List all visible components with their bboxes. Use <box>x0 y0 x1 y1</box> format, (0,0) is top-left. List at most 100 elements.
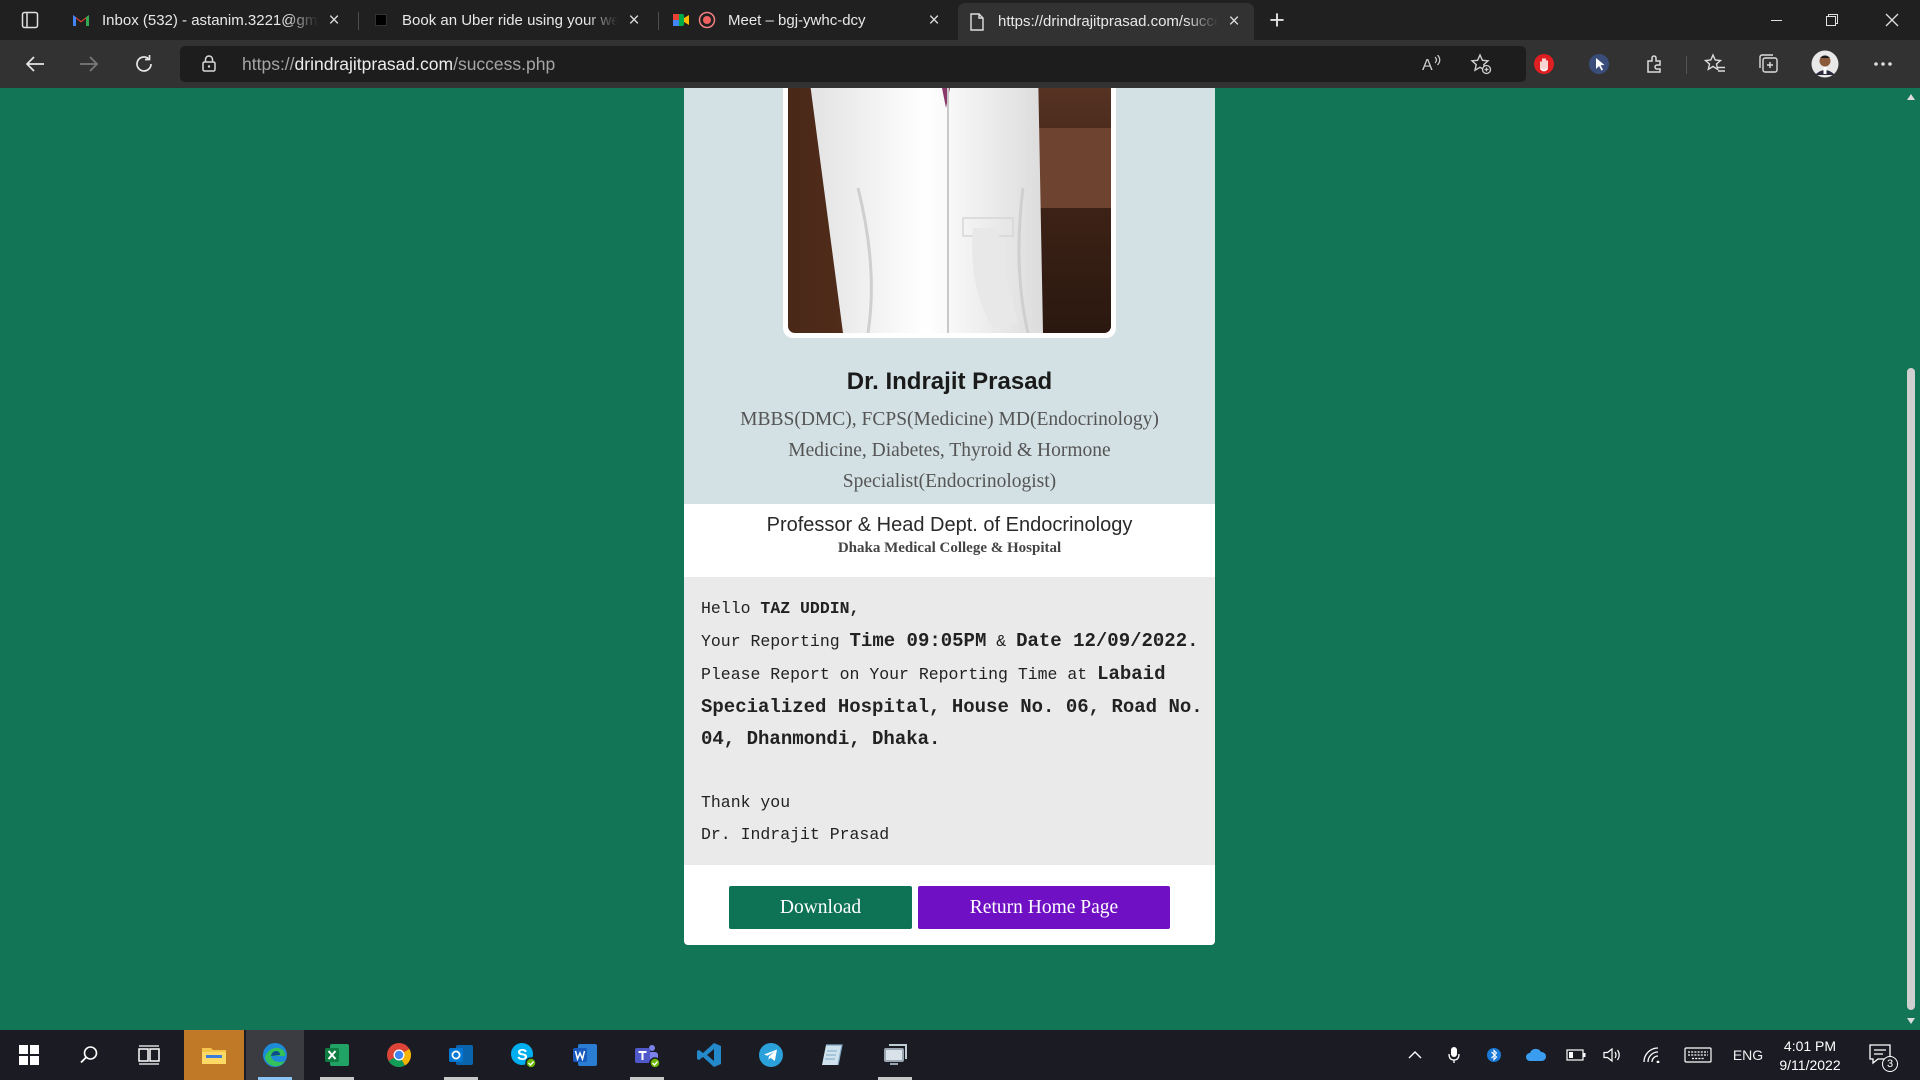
new-tab-button[interactable]: + <box>1262 6 1292 34</box>
more-options-icon[interactable] <box>1868 50 1898 78</box>
battery-icon <box>1566 1049 1586 1061</box>
bluetooth-icon <box>1487 1048 1501 1062</box>
hand-extension-icon[interactable] <box>1529 50 1559 78</box>
tab-uber[interactable]: Book an Uber ride using your web browser… <box>362 4 654 36</box>
teams-button[interactable] <box>618 1030 676 1080</box>
address-bar[interactable]: https://drindrajitprasad.com/success.php… <box>180 46 1526 82</box>
taskbar-clock[interactable]: 4:01 PM 9/11/2022 <box>1770 1037 1850 1075</box>
profile-avatar[interactable] <box>1810 50 1840 78</box>
telegram-button[interactable] <box>742 1030 800 1080</box>
page-scrollbar[interactable] <box>1902 88 1920 1030</box>
telegram-icon <box>759 1043 783 1067</box>
close-icon[interactable]: × <box>624 10 644 30</box>
word-button[interactable] <box>556 1030 614 1080</box>
task-view-button[interactable] <box>120 1030 178 1080</box>
show-hidden-icons-button[interactable] <box>1400 1030 1430 1080</box>
scroll-thumb[interactable] <box>1907 368 1915 1010</box>
uber-icon <box>372 11 390 29</box>
doctor-photo <box>788 88 1111 333</box>
wifi-icon <box>1643 1047 1660 1063</box>
close-icon[interactable]: × <box>924 10 944 30</box>
tab-gmail[interactable]: Inbox (532) - astanim.3221@gmail.com - G… <box>62 4 354 36</box>
doctor-name: Dr. Indrajit Prasad <box>846 368 1053 395</box>
edge-button[interactable] <box>246 1030 304 1080</box>
vscode-button[interactable] <box>680 1030 738 1080</box>
reporting-line: Your Reporting Time 09:05PM & Date 12/09… <box>701 625 1199 658</box>
windows-taskbar: S ENG 4:01 PM 9/11/2022 3 <box>0 1030 1920 1080</box>
refresh-button[interactable] <box>127 48 161 80</box>
notes-button[interactable] <box>804 1030 862 1080</box>
bluetooth-tray[interactable] <box>1480 1030 1508 1080</box>
back-button[interactable] <box>18 48 52 80</box>
favorites-icon[interactable] <box>1700 50 1730 78</box>
chrome-icon <box>387 1043 412 1068</box>
minimize-button[interactable] <box>1748 0 1804 40</box>
location-word: Labaid <box>1097 663 1166 685</box>
lock-icon[interactable] <box>202 55 216 77</box>
tab-actions-button[interactable] <box>8 4 52 36</box>
url-path: /success.php <box>453 54 556 74</box>
remote-app-icon <box>884 1044 907 1065</box>
tab-title: https://drindrajitprasad.com/success.php <box>998 13 1218 30</box>
input-language[interactable]: ENG <box>1726 1030 1770 1080</box>
svg-text:A: A <box>1422 57 1433 73</box>
outlook-icon <box>449 1045 473 1065</box>
edge-icon <box>263 1043 287 1067</box>
reporting-amp: & <box>996 632 1007 651</box>
greeting-text: Hello <box>701 599 751 618</box>
appointment-card: Dr. Indrajit Prasad MBBS(DMC), FCPS(Medi… <box>684 88 1215 945</box>
skype-icon: S <box>511 1043 537 1069</box>
clock-date: 9/11/2022 <box>1779 1057 1841 1073</box>
outlook-button[interactable] <box>432 1030 490 1080</box>
back-arrow-icon <box>25 56 44 72</box>
department-title: Professor & Head Dept. of Endocrinology <box>766 514 1133 536</box>
battery-tray[interactable] <box>1562 1030 1590 1080</box>
add-favorite-icon[interactable] <box>1468 52 1494 76</box>
microphone-tray[interactable] <box>1440 1030 1468 1080</box>
url-scheme: https:// <box>242 54 295 74</box>
close-window-button[interactable] <box>1864 0 1920 40</box>
keyboard-icon <box>1684 1047 1712 1063</box>
forward-button[interactable] <box>72 48 106 80</box>
tab-title: Meet – bgj-ywhc-dcy <box>728 11 866 29</box>
tab-title: Inbox (532) - astanim.3221@gmail.com - G… <box>102 11 318 29</box>
notification-center-button[interactable]: 3 <box>1862 1030 1902 1080</box>
scroll-up-icon[interactable] <box>1907 94 1915 100</box>
onedrive-tray[interactable] <box>1520 1030 1552 1080</box>
tab-success-page[interactable]: https://drindrajitprasad.com/success.php… <box>958 3 1254 40</box>
close-icon[interactable]: × <box>324 10 344 30</box>
reporting-time: Time 09:05PM <box>849 630 987 652</box>
search-button[interactable] <box>60 1030 118 1080</box>
doctor-qualifications: MBBS(DMC), FCPS(Medicine) MD(Endocrinolo… <box>740 409 1159 492</box>
file-explorer-button[interactable] <box>184 1030 244 1080</box>
chrome-button[interactable] <box>370 1030 428 1080</box>
download-button[interactable]: Download <box>729 886 912 929</box>
remote-app-button[interactable] <box>866 1030 924 1080</box>
greeting-line: Hello TAZ UDDIN, <box>701 593 1198 625</box>
cursor-extension-icon[interactable] <box>1584 50 1614 78</box>
file-explorer-icon <box>202 1048 226 1064</box>
windows-start-button[interactable] <box>0 1030 58 1080</box>
teams-icon <box>635 1045 661 1069</box>
excel-button[interactable] <box>308 1030 366 1080</box>
touch-keyboard-tray[interactable] <box>1680 1030 1716 1080</box>
toolbar-divider <box>1686 56 1687 74</box>
close-icon[interactable]: × <box>1224 12 1244 32</box>
restore-button[interactable] <box>1804 0 1860 40</box>
patient-name: TAZ UDDIN, <box>760 599 860 618</box>
microphone-icon <box>1448 1047 1460 1063</box>
extensions-icon[interactable] <box>1640 50 1670 78</box>
volume-tray[interactable] <box>1598 1030 1628 1080</box>
read-aloud-icon[interactable]: A <box>1420 52 1446 76</box>
scroll-down-icon[interactable] <box>1907 1018 1915 1024</box>
return-home-button[interactable]: Return Home Page <box>918 886 1170 929</box>
tab-divider <box>658 12 659 30</box>
hospital-name: Dhaka Medical College & Hospital <box>837 540 1062 556</box>
skype-button[interactable]: S <box>494 1030 552 1080</box>
tab-actions-icon <box>21 11 39 29</box>
tab-meet[interactable]: Meet – bgj-ywhc-dcy × <box>662 4 954 36</box>
location-line-3: 04, Dhanmondi, Dhaka. <box>701 728 941 750</box>
collections-icon[interactable] <box>1754 50 1784 78</box>
network-tray[interactable] <box>1638 1030 1668 1080</box>
